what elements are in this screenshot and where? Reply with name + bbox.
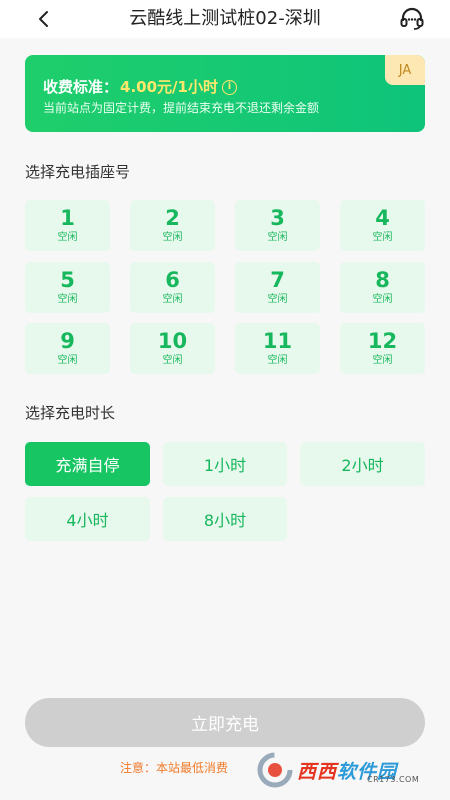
socket-6[interactable]: 6 空闲 [130,262,215,313]
duration-option-8h[interactable]: 8小时 [163,497,287,541]
socket-10[interactable]: 10 空闲 [130,323,215,374]
pricing-label: 收费标准： [43,78,119,96]
min-consumption-notice: 注意：本站最低消费 [120,761,229,775]
ja-badge: JA [385,55,425,85]
socket-status: 空闲 [162,355,183,366]
start-charging-button[interactable]: 立即充电 [25,698,425,747]
watermark-subtext: CR173.COM [367,775,420,784]
duration-option-2h[interactable]: 2小时 [300,442,425,486]
top-bar: 云酷线上测试桩02-深圳 [0,0,450,38]
socket-1[interactable]: 1 空闲 [25,200,110,251]
socket-8[interactable]: 8 空闲 [340,262,425,313]
socket-7[interactable]: 7 空闲 [235,262,320,313]
back-button[interactable] [30,6,58,32]
info-icon[interactable]: i [221,79,237,95]
socket-number: 6 [165,268,180,292]
watermark-mark-icon [255,750,297,790]
watermark-text-a: 西西 [297,760,338,783]
pricing-note: 当前站点为固定计费，提前结束充电不退还剩余金额 [43,101,320,115]
socket-status: 空闲 [372,294,393,305]
socket-number: 2 [165,206,180,230]
socket-section-title: 选择充电插座号 [25,163,131,181]
socket-number: 10 [157,329,188,353]
socket-status: 空闲 [57,232,78,243]
socket-11[interactable]: 11 空闲 [235,323,320,374]
socket-5[interactable]: 5 空闲 [25,262,110,313]
socket-status: 空闲 [372,232,393,243]
duration-option-1h[interactable]: 1小时 [163,442,287,486]
socket-number: 4 [375,206,390,230]
socket-status: 空闲 [267,355,288,366]
socket-number: 12 [367,329,398,353]
pricing-value: 4.00元/1小时 [120,78,218,96]
pricing-line: 收费标准： 4.00元/1小时 i [43,77,237,97]
socket-9[interactable]: 9 空闲 [25,323,110,374]
socket-status: 空闲 [57,355,78,366]
socket-status: 空闲 [162,232,183,243]
socket-12[interactable]: 12 空闲 [340,323,425,374]
socket-status: 空闲 [372,355,393,366]
socket-number: 7 [270,268,285,292]
socket-3[interactable]: 3 空闲 [235,200,320,251]
pricing-card: 收费标准： 4.00元/1小时 i 当前站点为固定计费，提前结束充电不退还剩余金… [25,55,425,132]
socket-status: 空闲 [162,294,183,305]
socket-number: 8 [375,268,390,292]
socket-number: 9 [60,329,75,353]
chevron-left-icon [39,11,48,27]
socket-status: 空闲 [267,294,288,305]
duration-option-4h[interactable]: 4小时 [25,497,150,541]
socket-2[interactable]: 2 空闲 [130,200,215,251]
socket-number: 11 [262,329,293,353]
socket-number: 3 [270,206,285,230]
headset-icon [400,7,424,30]
duration-section-title: 选择充电时长 [25,404,116,422]
page-title: 云酷线上测试桩02-深圳 [129,8,321,29]
duration-option-full[interactable]: 充满自停 [25,442,150,486]
socket-number: 5 [60,268,75,292]
watermark-logo: 西西软件园 CR173.COM [255,750,435,790]
socket-status: 空闲 [267,232,288,243]
socket-number: 1 [60,206,75,230]
customer-service-button[interactable] [398,5,426,33]
socket-status: 空闲 [57,294,78,305]
socket-4[interactable]: 4 空闲 [340,200,425,251]
